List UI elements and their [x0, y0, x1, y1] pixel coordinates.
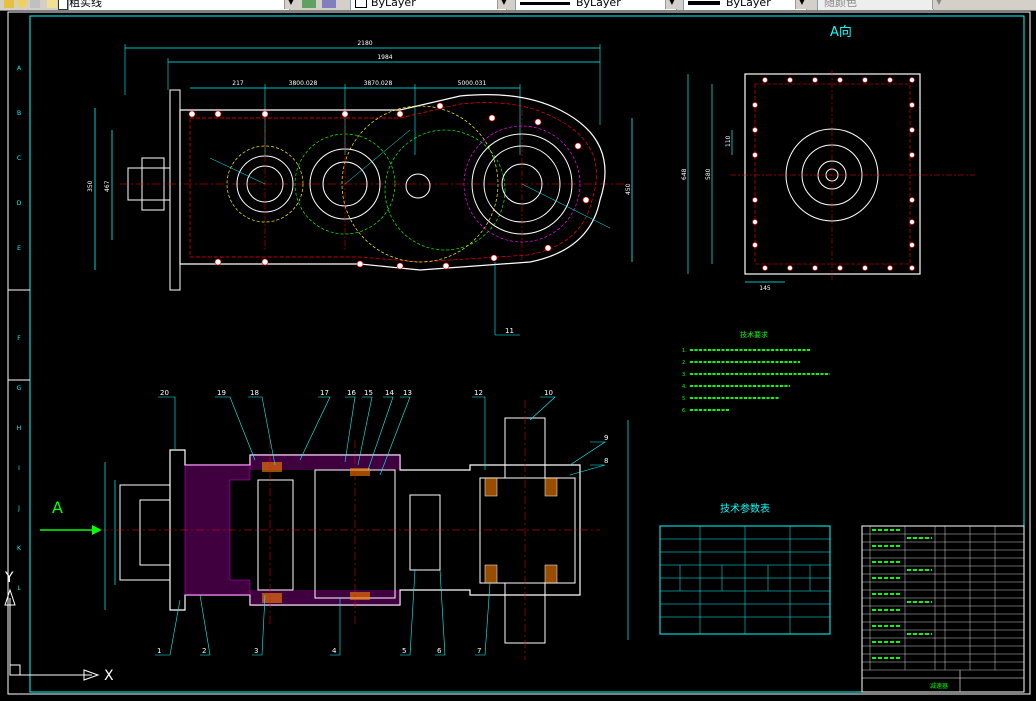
plotstyle-label: 随颜色: [824, 0, 857, 9]
tech-req-line: 5.: [682, 396, 687, 402]
lineweight-dropdown[interactable]: ByLayer: [683, 0, 807, 10]
part-number: 3: [254, 647, 258, 655]
color-dropdown-arrow[interactable]: ▼: [497, 0, 510, 9]
border-zone-labels: A B C D E F G H I J K L: [17, 65, 22, 592]
lineweight-swatch: [688, 1, 720, 5]
drawing-svg: A B C D E F G H I J K L 2180 1984 217 38…: [4, 11, 1031, 695]
color-dropdown[interactable]: ByLayer: [350, 0, 507, 10]
ucs-x-label: X: [104, 668, 114, 684]
zone-label: C: [17, 155, 21, 162]
dim-text: 5000.031: [458, 80, 487, 87]
zone-label: I: [18, 465, 20, 472]
zone-label: A: [17, 65, 22, 72]
dim-text: 3870.028: [364, 80, 393, 87]
plotstyle-dropdown-arrow[interactable]: ▼: [932, 0, 945, 9]
zone-label: H: [17, 425, 22, 432]
top-view: 2180 1984 217 3800.028 3870.028 5000.031…: [87, 40, 633, 336]
properties-toolbar: 粗实线 ▼ ByLayer ▼ ByLayer ▼ ByLayer ▼ 随颜色 …: [0, 0, 1036, 11]
part-number: 5: [402, 647, 406, 655]
part-number: 6: [437, 647, 442, 655]
tech-req-line: 6.: [682, 408, 687, 414]
lightbulb-icon[interactable]: [17, 0, 27, 8]
tech-req-line: 1.: [682, 348, 687, 354]
part-number: 13: [403, 389, 412, 397]
part-number: 1: [157, 647, 161, 655]
color-label: ByLayer: [371, 0, 416, 9]
view-arrow-label: A: [52, 498, 63, 517]
part-number: 9: [604, 434, 608, 442]
zone-label: G: [17, 385, 22, 392]
layer-previous-icon[interactable]: [322, 0, 336, 8]
linetype-label: ByLayer: [576, 0, 621, 9]
dim-text: 110: [725, 135, 732, 147]
color-swatch: [355, 0, 367, 8]
layer-dropdown[interactable]: 粗实线: [68, 0, 290, 10]
a-view: A向 648 580 110 145: [681, 24, 975, 292]
zone-label: B: [17, 110, 21, 117]
zone-label: F: [17, 335, 21, 342]
linetype-dropdown[interactable]: ByLayer: [515, 0, 677, 10]
drawing-canvas[interactable]: A B C D E F G H I J K L 2180 1984 217 38…: [0, 11, 1036, 697]
part-number: 7: [477, 647, 481, 655]
dim-text: 145: [759, 285, 771, 292]
view-title: A向: [830, 24, 852, 40]
part-number: 8: [604, 457, 608, 465]
layer-dropdown-arrow[interactable]: ▼: [284, 0, 297, 9]
zone-label: J: [17, 505, 20, 512]
part-number: 19: [217, 389, 226, 397]
zone-label: E: [17, 245, 21, 252]
bolt-holes-top: [188, 102, 590, 270]
dim-text: 467: [104, 180, 111, 192]
dim-text: 450: [625, 183, 632, 195]
title-block: 减速器: [861, 525, 1025, 693]
linetype-swatch: [520, 1, 570, 5]
make-current-icon[interactable]: [302, 0, 316, 8]
technical-requirements: 技术要求 1. 2. 3. 4. 5. 6.: [682, 330, 830, 414]
part-number: 4: [332, 647, 337, 655]
dim-text: 648: [681, 168, 688, 180]
dim-text: 217: [232, 80, 244, 87]
part-number: 16: [347, 389, 356, 397]
part-number: 2: [202, 647, 206, 655]
layer-name: 粗实线: [69, 0, 102, 9]
tech-req-line: 3.: [682, 372, 687, 378]
tech-req-line: 2.: [682, 360, 687, 366]
title-block-name: 减速器: [930, 682, 948, 690]
part-number: 18: [250, 389, 259, 397]
part-number: 15: [364, 389, 373, 397]
param-table-title: 技术参数表: [720, 502, 770, 515]
lineweight-label: ByLayer: [726, 0, 771, 9]
tech-req-title: 技术要求: [740, 330, 768, 339]
dim-text: 2180: [357, 40, 372, 47]
parameter-table: 技术参数表: [659, 502, 831, 635]
part-number: 14: [385, 389, 394, 397]
freeze-icon[interactable]: [30, 0, 40, 8]
part-number: 17: [320, 389, 329, 397]
zone-label: L: [17, 585, 21, 592]
dim-text: 1984: [377, 54, 392, 61]
section-view: A: [40, 400, 629, 660]
lock-icon[interactable]: [47, 0, 57, 8]
linetype-dropdown-arrow[interactable]: ▼: [665, 0, 678, 9]
part-number: 20: [160, 389, 169, 397]
part-number: 10: [544, 389, 553, 397]
drawing-frame: [7, 11, 1031, 695]
zone-label: D: [17, 200, 22, 207]
part-callout: 11: [505, 327, 514, 335]
dim-text: 580: [705, 168, 712, 180]
layer-color-icon: [58, 0, 68, 10]
ucs-y-label: Y: [4, 570, 14, 586]
zone-label: K: [17, 545, 22, 552]
layer-state-icon[interactable]: [4, 0, 14, 8]
dim-text: 3800.028: [289, 80, 318, 87]
part-number: 12: [474, 389, 483, 397]
lineweight-dropdown-arrow[interactable]: ▼: [795, 0, 808, 9]
tech-req-line: 4.: [682, 384, 687, 390]
bolt-holes-a-view: [752, 77, 915, 271]
plotstyle-dropdown[interactable]: 随颜色: [817, 0, 934, 10]
dim-text: 350: [87, 180, 94, 192]
